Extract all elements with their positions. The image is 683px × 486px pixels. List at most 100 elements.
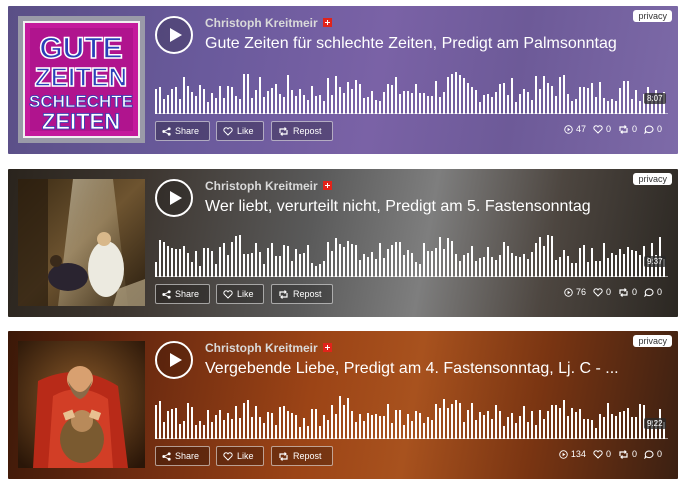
artwork-text-line-4: ZEITEN — [42, 109, 120, 134]
waveform-bar — [619, 412, 621, 439]
waveform-bar — [591, 83, 593, 114]
waveform-bar — [535, 243, 537, 277]
waveform-bar — [543, 419, 545, 439]
privacy-link[interactable]: privacy — [633, 173, 672, 185]
waveform-bar — [487, 247, 489, 277]
waveform-bar — [179, 424, 181, 439]
waveform-bar — [443, 249, 445, 277]
waveform-bar — [347, 241, 349, 277]
track-title[interactable]: Wer liebt, verurteilt nicht, Predigt am … — [205, 198, 672, 216]
waveform-bar — [491, 419, 493, 439]
track-artwork[interactable] — [18, 341, 145, 468]
waveform-bar — [243, 74, 245, 114]
waveform-bar — [599, 82, 601, 114]
repost-button[interactable]: Repost — [271, 284, 333, 304]
waveform[interactable] — [155, 64, 668, 114]
track-title[interactable]: Gute Zeiten für schlechte Zeiten, Predig… — [205, 35, 672, 53]
waveform-bar — [235, 96, 237, 114]
waveform-bar — [267, 91, 269, 114]
waveform-bar — [459, 403, 461, 439]
like-button[interactable]: Like — [216, 284, 264, 304]
waveform-bar — [383, 258, 385, 277]
waveform-bar — [171, 89, 173, 114]
repost-label: Repost — [293, 126, 322, 136]
waveform-bar — [323, 415, 325, 439]
artwork-text-line-2: ZEITEN — [35, 62, 127, 92]
waveform-bar — [435, 81, 437, 114]
like-button[interactable]: Like — [216, 446, 264, 466]
waveform-bar — [223, 243, 225, 277]
waveform-bar — [363, 254, 365, 277]
waveform-bar — [531, 100, 533, 114]
repost-count: 0 — [618, 287, 637, 297]
privacy-link[interactable]: privacy — [633, 335, 672, 347]
like-button[interactable]: Like — [216, 121, 264, 141]
waveform-bar — [399, 242, 401, 277]
waveform-bar — [363, 98, 365, 114]
track-title[interactable]: Vergebende Liebe, Predigt am 4. Fastenso… — [205, 360, 672, 378]
share-label: Share — [175, 289, 200, 299]
artist-link[interactable]: Christoph Kreitmeir — [205, 179, 318, 193]
waveform-bar — [515, 423, 517, 439]
waveform-bar — [535, 425, 537, 439]
share-button[interactable]: Share — [155, 284, 210, 304]
waveform[interactable] — [155, 227, 668, 277]
waveform-bar — [575, 412, 577, 439]
waveform-bar — [391, 245, 393, 277]
waveform-bar — [235, 236, 237, 277]
waveform-bar — [471, 246, 473, 277]
track-artwork[interactable]: GUTE ZEITEN SCHLECHTE ZEITEN — [18, 16, 145, 143]
waveform-bar — [499, 84, 501, 114]
artist-link[interactable]: Christoph Kreitmeir — [205, 341, 318, 355]
waveform-bar — [515, 102, 517, 114]
waveform-bar — [207, 410, 209, 439]
track-stats: 47 0 0 0 — [564, 124, 662, 134]
waveform[interactable] — [155, 389, 668, 439]
waveform-bar — [331, 95, 333, 114]
waveform-bar — [279, 256, 281, 277]
play-button[interactable] — [155, 16, 193, 54]
waveform-bar — [339, 244, 341, 277]
repost-icon — [278, 126, 289, 136]
waveform-bar — [531, 252, 533, 277]
waveform-bar — [251, 98, 253, 114]
waveform-bar — [287, 411, 289, 439]
waveform-bar — [567, 256, 569, 277]
waveform-bar — [431, 420, 433, 439]
share-icon — [162, 126, 171, 136]
artist-name: Christoph Kreitmeir — [205, 16, 332, 30]
waveform-bar — [551, 236, 553, 277]
waveform-bar — [411, 253, 413, 277]
track-duration: 9:22 — [644, 418, 666, 429]
waveform-bar — [207, 248, 209, 277]
track-artwork[interactable] — [18, 179, 145, 306]
waveform-bar — [587, 88, 589, 114]
repost-button[interactable]: Repost — [271, 446, 333, 466]
waveform-bar — [599, 261, 601, 277]
repost-icon — [619, 287, 628, 297]
privacy-link[interactable]: privacy — [633, 10, 672, 22]
waveform-bar — [487, 94, 489, 114]
waveform-bar — [175, 249, 177, 277]
play-button[interactable] — [155, 341, 193, 379]
play-button[interactable] — [155, 179, 193, 217]
waveform-bar — [271, 88, 273, 114]
artist-link[interactable]: Christoph Kreitmeir — [205, 16, 318, 30]
waveform-bar — [387, 404, 389, 439]
waveform-bar — [471, 87, 473, 114]
waveform-bar — [243, 403, 245, 439]
waveform-bar — [627, 408, 629, 439]
waveform-bar — [523, 406, 525, 439]
waveform-bar — [459, 261, 461, 277]
waveform-bar — [287, 75, 289, 114]
waveform-bar — [227, 255, 229, 277]
waveform-bar — [555, 405, 557, 439]
waveform-bar — [323, 261, 325, 277]
share-button[interactable]: Share — [155, 446, 210, 466]
share-button[interactable]: Share — [155, 121, 210, 141]
waveform-bar — [179, 249, 181, 277]
heart-icon — [593, 449, 603, 459]
play-count-icon — [559, 449, 568, 459]
repost-button[interactable]: Repost — [271, 121, 333, 141]
play-count: 134 — [559, 449, 586, 459]
